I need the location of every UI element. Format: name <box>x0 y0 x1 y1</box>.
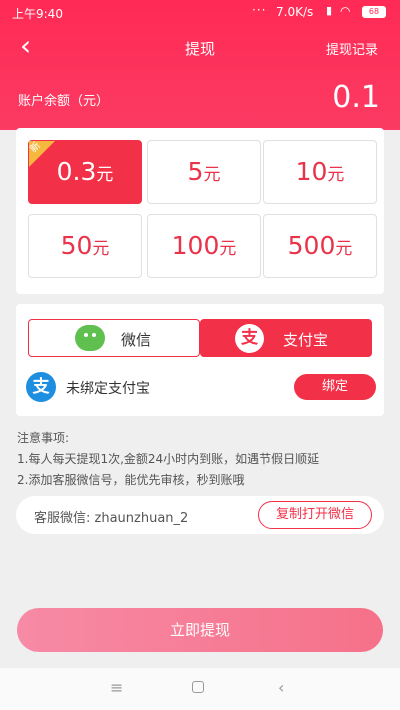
status-bar: 上午9:40 ··· 7.0K/s ▮ ◠ 68 <box>0 0 400 26</box>
amount-value: 0.3 <box>56 157 97 186</box>
signal-icon: ▮ <box>326 4 333 17</box>
amount-option-0-3[interactable]: 新 0.3元 <box>28 140 142 204</box>
amount-option-100[interactable]: 100元 <box>147 214 261 278</box>
notes-line: 1.每人每天提现1次,金额24小时内到账，如遇节假日顺延 <box>17 452 320 466</box>
customer-service-wechat: 客服微信: zhaunzhuan_2 <box>34 511 189 526</box>
alipay-icon: 支 <box>235 324 264 353</box>
tab-alipay-label: 支付宝 <box>283 331 329 349</box>
amount-value: 10 <box>295 157 328 186</box>
amount-option-500[interactable]: 500元 <box>263 214 377 278</box>
amount-option-10[interactable]: 10元 <box>263 140 377 204</box>
amount-unit: 元 <box>335 239 353 259</box>
notes: 注意事项: 1.每人每天提现1次,金额24小时内到账，如遇节假日顺延 2.添加客… <box>17 428 319 491</box>
copy-open-wechat-button[interactable]: 复制打开微信 <box>258 501 372 529</box>
amount-options-card: 新 0.3元 5元 10元 50元 100元 500元 <box>16 128 384 294</box>
notes-line: 2.添加客服微信号，能优先审核，秒到账哦 <box>17 473 245 487</box>
menu-icon[interactable]: ≡ <box>110 678 123 697</box>
alipay-icon: 支 <box>26 372 56 402</box>
amount-unit: 元 <box>92 239 110 259</box>
new-badge: 新 <box>29 141 55 167</box>
status-dots: ··· <box>252 3 267 17</box>
header: 上午9:40 ··· 7.0K/s ▮ ◠ 68 ‹ 提现 提现记录 账户余额（… <box>0 0 400 130</box>
amount-value: 100 <box>171 231 220 260</box>
tab-alipay[interactable]: 支 支付宝 <box>200 319 372 357</box>
home-icon[interactable] <box>192 678 204 697</box>
tab-wechat[interactable]: 微信 <box>28 319 200 357</box>
amount-unit: 元 <box>203 165 221 185</box>
wechat-icon <box>75 325 105 351</box>
back-icon[interactable]: ‹ <box>278 678 284 697</box>
bind-button[interactable]: 绑定 <box>294 374 376 400</box>
amount-unit: 元 <box>96 165 114 185</box>
balance-value: 0.1 <box>332 80 380 115</box>
amount-value: 500 <box>287 231 336 260</box>
amount-unit: 元 <box>219 239 237 259</box>
bind-status-text: 未绑定支付宝 <box>66 381 150 397</box>
battery-icon: 68 <box>362 6 386 18</box>
system-nav-bar: ≡ ‹ <box>0 668 400 710</box>
wifi-icon: ◠ <box>340 4 351 18</box>
status-time: 上午9:40 <box>12 7 63 21</box>
withdraw-record-link[interactable]: 提现记录 <box>326 39 378 58</box>
tab-wechat-label: 微信 <box>121 331 152 349</box>
amount-option-50[interactable]: 50元 <box>28 214 142 278</box>
customer-service-card: 客服微信: zhaunzhuan_2 复制打开微信 <box>16 496 384 534</box>
amount-value: 50 <box>60 231 93 260</box>
notes-title: 注意事项: <box>17 431 70 445</box>
nav-bar: ‹ 提现 提现记录 <box>0 26 400 70</box>
withdraw-now-button[interactable]: 立即提现 <box>17 608 383 652</box>
amount-unit: 元 <box>327 165 345 185</box>
bind-alipay-row: 支 未绑定支付宝 绑定 <box>26 370 376 404</box>
amount-option-5[interactable]: 5元 <box>147 140 261 204</box>
amount-value: 5 <box>187 157 204 186</box>
balance-label: 账户余额（元） <box>18 94 110 109</box>
payment-method-card: 微信 支 支付宝 支 未绑定支付宝 绑定 <box>16 304 384 416</box>
network-speed: 7.0K/s <box>276 5 314 19</box>
